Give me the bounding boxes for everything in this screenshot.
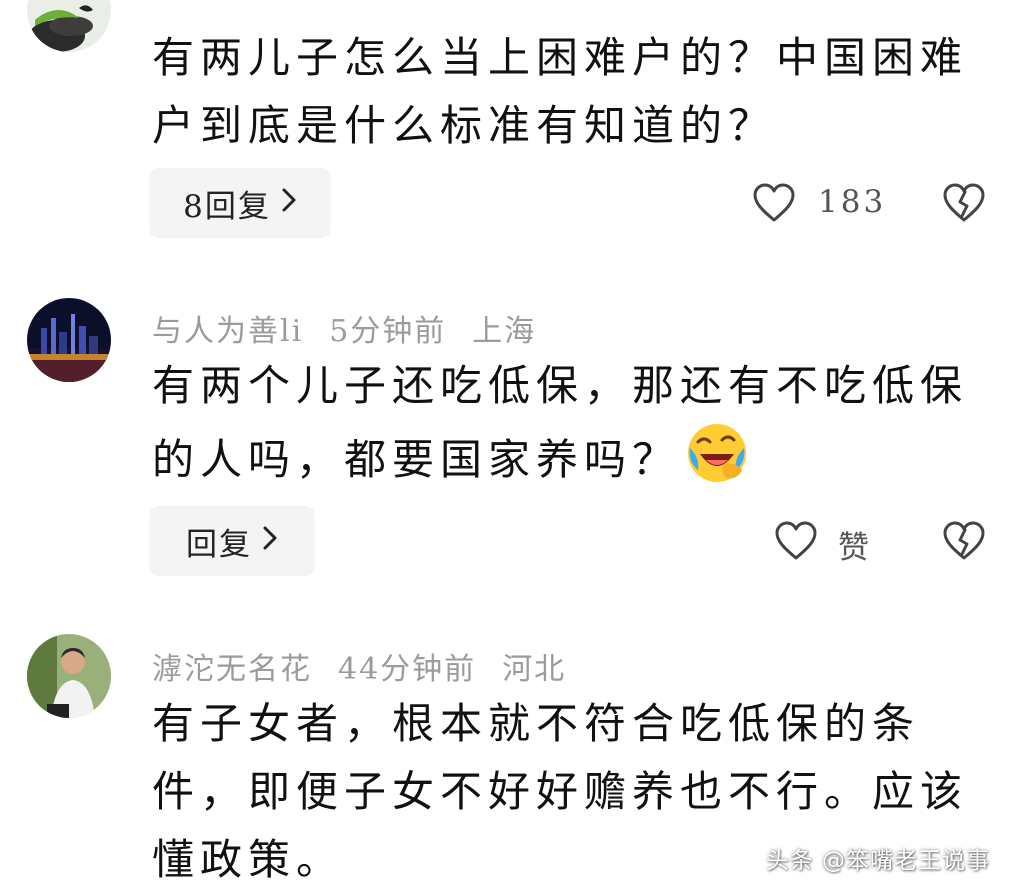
avatar[interactable] [27,0,111,52]
heart-icon[interactable] [774,520,818,562]
watermark: 头条 @笨嘴老王说事 [765,848,990,874]
broken-heart-icon[interactable] [942,520,986,562]
comment-text: 有两儿子怎么当上困难户的？中国困难户到底是什么标准有知道的？ [152,33,969,150]
chevron-right-icon [281,185,297,221]
timestamp: 5分钟前 [329,314,447,349]
comment-meta: 与人为善li 5分钟前 上海 [152,306,562,350]
username[interactable]: 滹沱无名花 [152,652,312,687]
broken-heart-icon[interactable] [942,182,986,224]
avatar[interactable] [27,634,111,718]
timestamp: 44分钟前 [338,652,477,687]
laughing-crying-emoji-icon [684,420,750,486]
man-portrait-avatar-icon [27,634,111,718]
reply-button[interactable]: 回复 [149,506,315,576]
like-count: 183 [818,184,887,220]
location: 上海 [472,314,537,349]
comment-text: 有两个儿子还吃低保，那还有不吃低保的人吗，都要国家养吗？ [152,352,982,494]
username[interactable]: 与人为善li [152,314,303,349]
heart-icon[interactable] [752,182,796,224]
reply-label: 8回复 [183,188,271,225]
like-label: 赞 [838,530,872,566]
reply-label: 回复 [186,526,252,563]
chevron-right-icon [262,523,278,559]
reply-button[interactable]: 8回复 [149,168,331,238]
city-skyline-avatar-icon [27,298,111,382]
location: 河北 [502,652,567,687]
comment-meta: 滹沱无名花 44分钟前 河北 [152,644,592,688]
avatar[interactable] [27,298,111,382]
comment-text-content: 有两个儿子还吃低保，那还有不吃低保的人吗，都要国家养吗？ [152,361,969,484]
green-stones-avatar-icon [27,0,111,52]
